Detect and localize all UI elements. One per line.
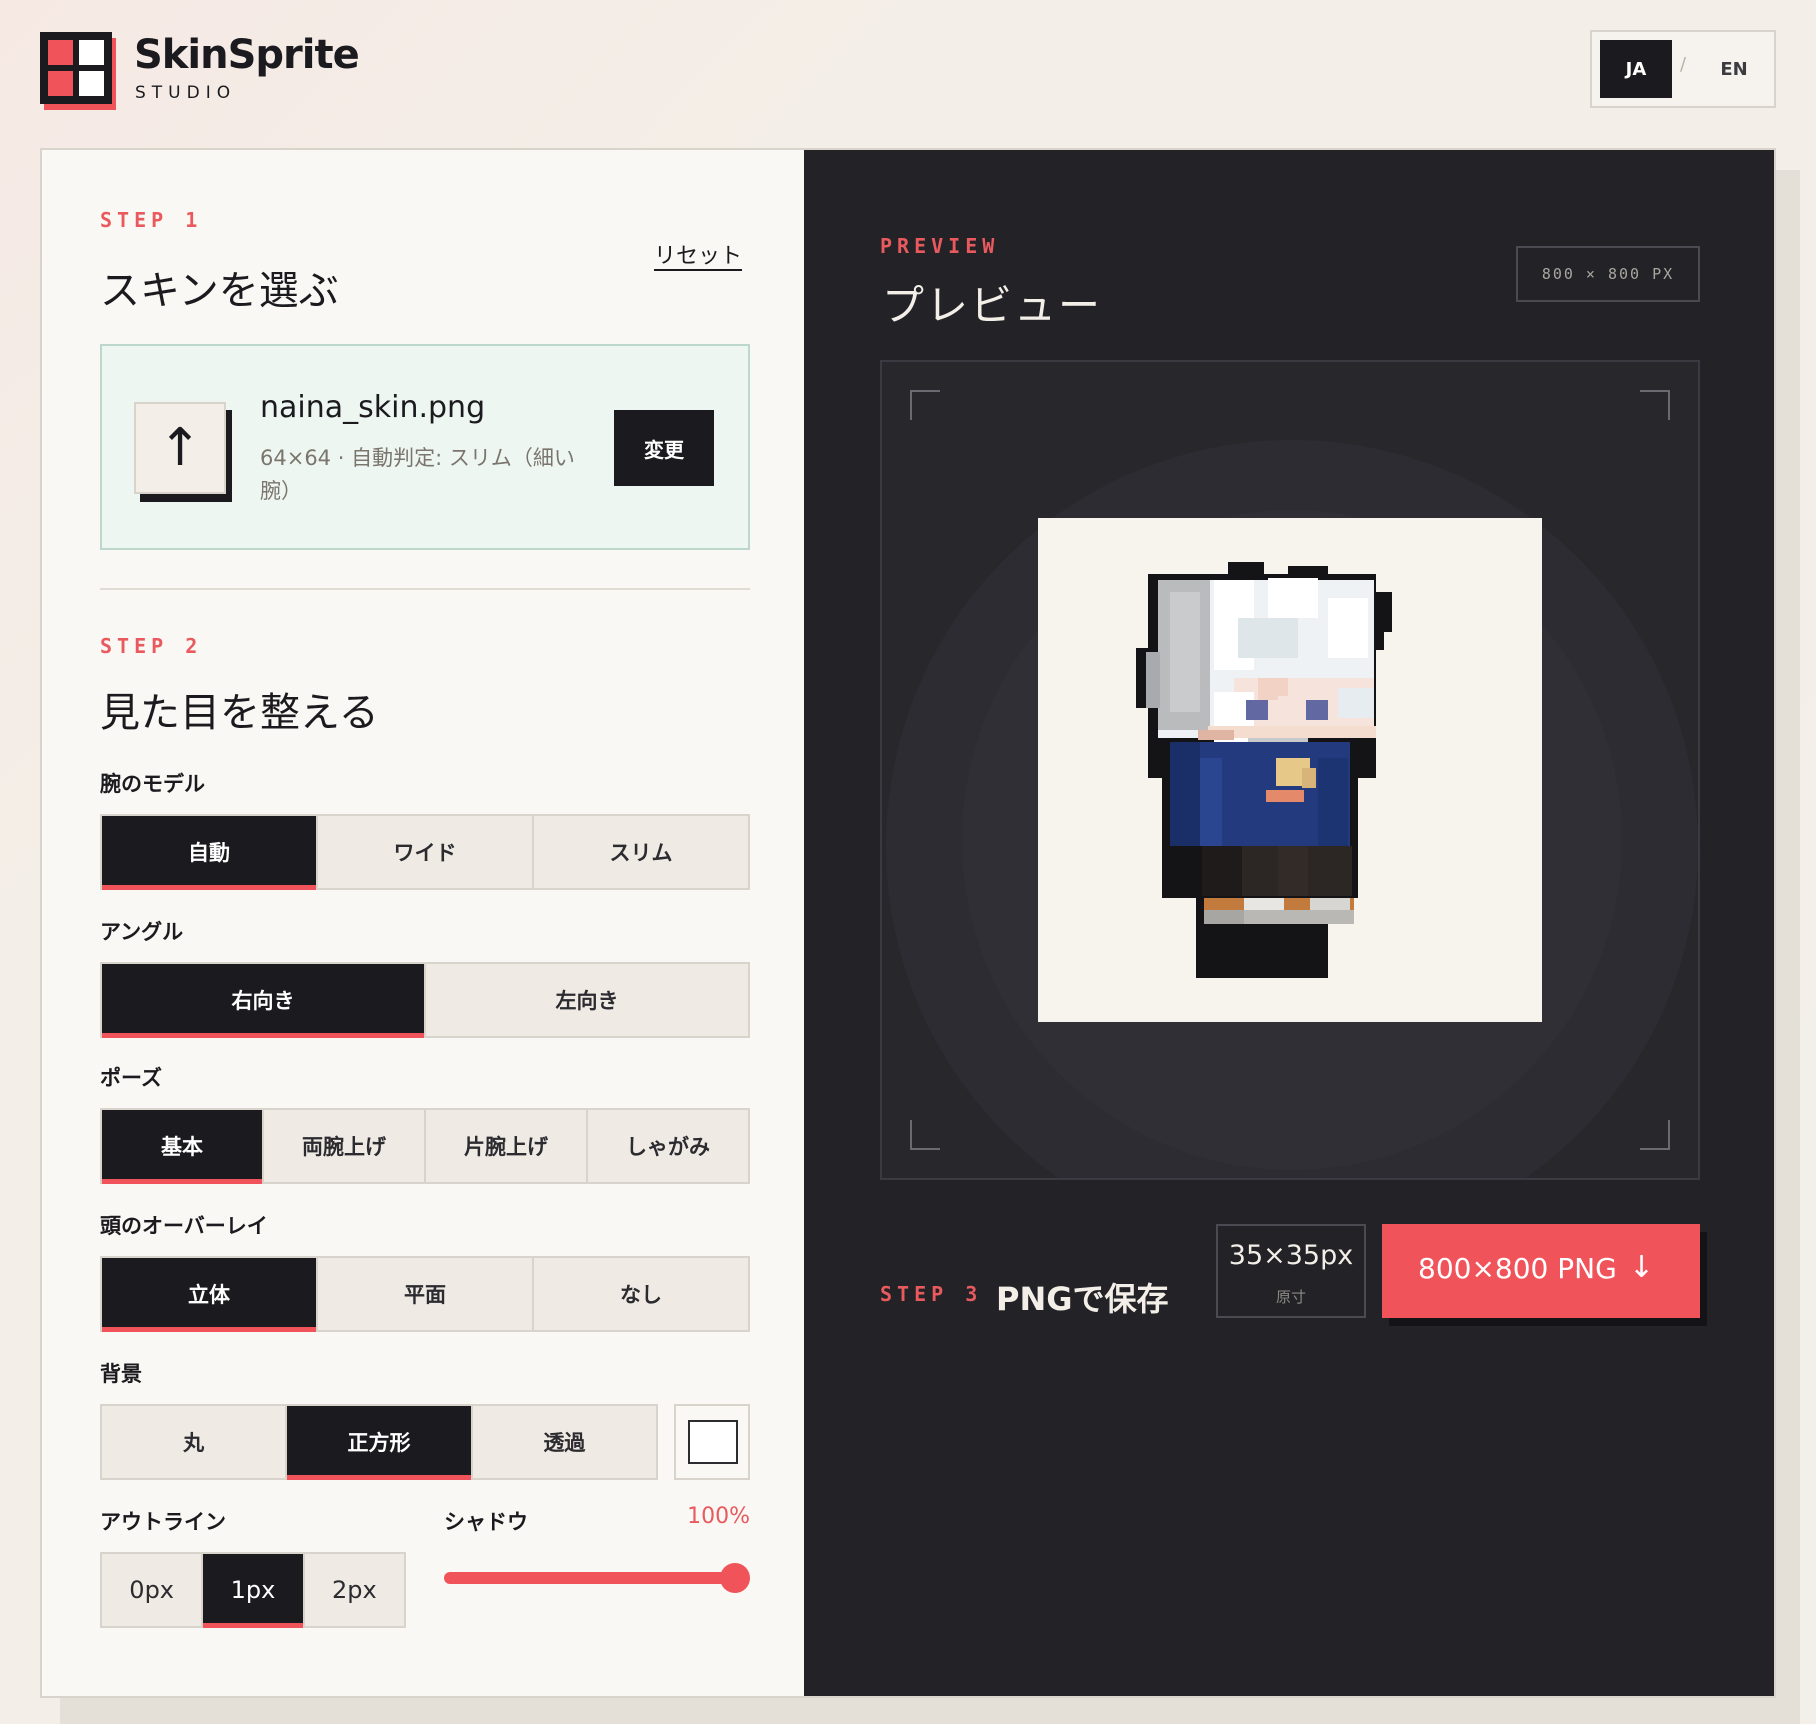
arm-option-auto[interactable]: 自動: [102, 816, 318, 890]
file-dropzone[interactable]: ↑ naina_skin.png 64×64 · 自動判定: スリム（細い腕） …: [100, 344, 750, 550]
outline-option-1px[interactable]: 1px: [203, 1554, 305, 1628]
frame-corner: [910, 390, 940, 420]
overlay-label: 頭のオーバーレイ: [100, 1214, 268, 1238]
shadow-slider-track[interactable]: [444, 1572, 740, 1584]
reset-link[interactable]: リセット: [654, 238, 742, 270]
pose-option-both-arms[interactable]: 両腕上げ: [264, 1110, 426, 1182]
download-label: 800×800 PNG: [1418, 1252, 1617, 1285]
lang-ja-button[interactable]: JA: [1600, 40, 1672, 98]
preview-label: PREVIEW: [880, 234, 1000, 258]
step3-title: PNGで保存: [996, 1280, 1169, 1318]
background-color-swatch[interactable]: [674, 1404, 750, 1480]
output-size-tag: 800 × 800 PX: [1516, 246, 1700, 302]
step1-label: STEP 1: [100, 208, 203, 232]
step3-label: STEP 3: [880, 1282, 983, 1306]
upload-arrow-icon: ↑: [134, 402, 232, 502]
sprite-canvas: [1038, 518, 1542, 1022]
angle-option-right[interactable]: 右向き: [102, 964, 426, 1038]
step2-title: 見た目を整える: [100, 690, 379, 736]
character-sprite-image: [1136, 562, 1392, 978]
pose-label: ポーズ: [100, 1066, 162, 1090]
angle-selector: 右向き 左向き: [100, 962, 750, 1038]
outline-selector: 0px 1px 2px: [100, 1552, 406, 1628]
original-size-box: 35×35px 原寸: [1216, 1224, 1366, 1318]
download-png-button[interactable]: 800×800 PNG ↓: [1382, 1224, 1700, 1318]
section-divider: [100, 588, 750, 590]
arm-option-slim[interactable]: スリム: [534, 816, 748, 888]
frame-corner: [1640, 390, 1670, 420]
file-meta: 64×64 · 自動判定: スリム（細い腕）: [260, 446, 575, 503]
angle-option-left[interactable]: 左向き: [426, 964, 748, 1036]
lang-separator: /: [1680, 54, 1687, 75]
settings-panel: STEP 1 スキンを選ぶ リセット ↑ naina_skin.png 64×6…: [40, 148, 804, 1698]
overlay-selector: 立体 平面 なし: [100, 1256, 750, 1332]
pose-option-basic[interactable]: 基本: [102, 1110, 264, 1184]
brand-name: SkinSprite: [134, 32, 360, 78]
overlay-option-flat[interactable]: 平面: [318, 1258, 534, 1330]
arm-model-label: 腕のモデル: [100, 772, 205, 796]
outline-label: アウトライン: [100, 1510, 226, 1534]
angle-label: アングル: [100, 920, 184, 944]
shadow-value: 100%: [687, 1504, 750, 1529]
file-name: naina_skin.png: [260, 390, 486, 425]
background-label: 背景: [100, 1362, 142, 1386]
background-option-circle[interactable]: 丸: [102, 1406, 288, 1478]
original-size-value: 35×35px: [1228, 1240, 1354, 1271]
shadow-label: シャドウ: [444, 1510, 528, 1534]
arm-option-wide[interactable]: ワイド: [318, 816, 534, 888]
change-file-button[interactable]: 変更: [614, 410, 714, 486]
brand-subtitle: STUDIO: [135, 83, 237, 103]
arm-model-selector: 自動 ワイド スリム: [100, 814, 750, 890]
frame-corner: [1640, 1120, 1670, 1150]
background-selector: 丸 正方形 透過: [100, 1404, 658, 1480]
frame-corner: [910, 1120, 940, 1150]
original-size-label: 原寸: [1275, 1288, 1306, 1306]
preview-title: プレビュー: [882, 281, 1103, 330]
language-switcher: JA / EN: [1590, 30, 1776, 108]
overlay-option-none[interactable]: なし: [534, 1258, 748, 1330]
lang-en-button[interactable]: EN: [1698, 40, 1770, 98]
step2-label: STEP 2: [100, 634, 203, 658]
step1-title: スキンを選ぶ: [100, 268, 339, 314]
background-option-transparent[interactable]: 透過: [473, 1406, 656, 1478]
logo: [40, 32, 116, 110]
download-arrow-icon: ↓: [1628, 1250, 1654, 1285]
background-option-square[interactable]: 正方形: [287, 1406, 473, 1480]
shadow-slider-handle[interactable]: [720, 1563, 750, 1593]
outline-option-0px[interactable]: 0px: [102, 1554, 204, 1626]
outline-option-2px[interactable]: 2px: [305, 1554, 404, 1626]
preview-panel: PREVIEW プレビュー 800 × 800 PX STEP 3 PNGで保存…: [804, 148, 1776, 1698]
pose-option-one-arm[interactable]: 片腕上げ: [426, 1110, 588, 1182]
pose-selector: 基本 両腕上げ 片腕上げ しゃがみ: [100, 1108, 750, 1184]
pose-option-crouch[interactable]: しゃがみ: [588, 1110, 748, 1182]
overlay-option-3d[interactable]: 立体: [102, 1258, 318, 1332]
preview-stage: [880, 360, 1700, 1180]
